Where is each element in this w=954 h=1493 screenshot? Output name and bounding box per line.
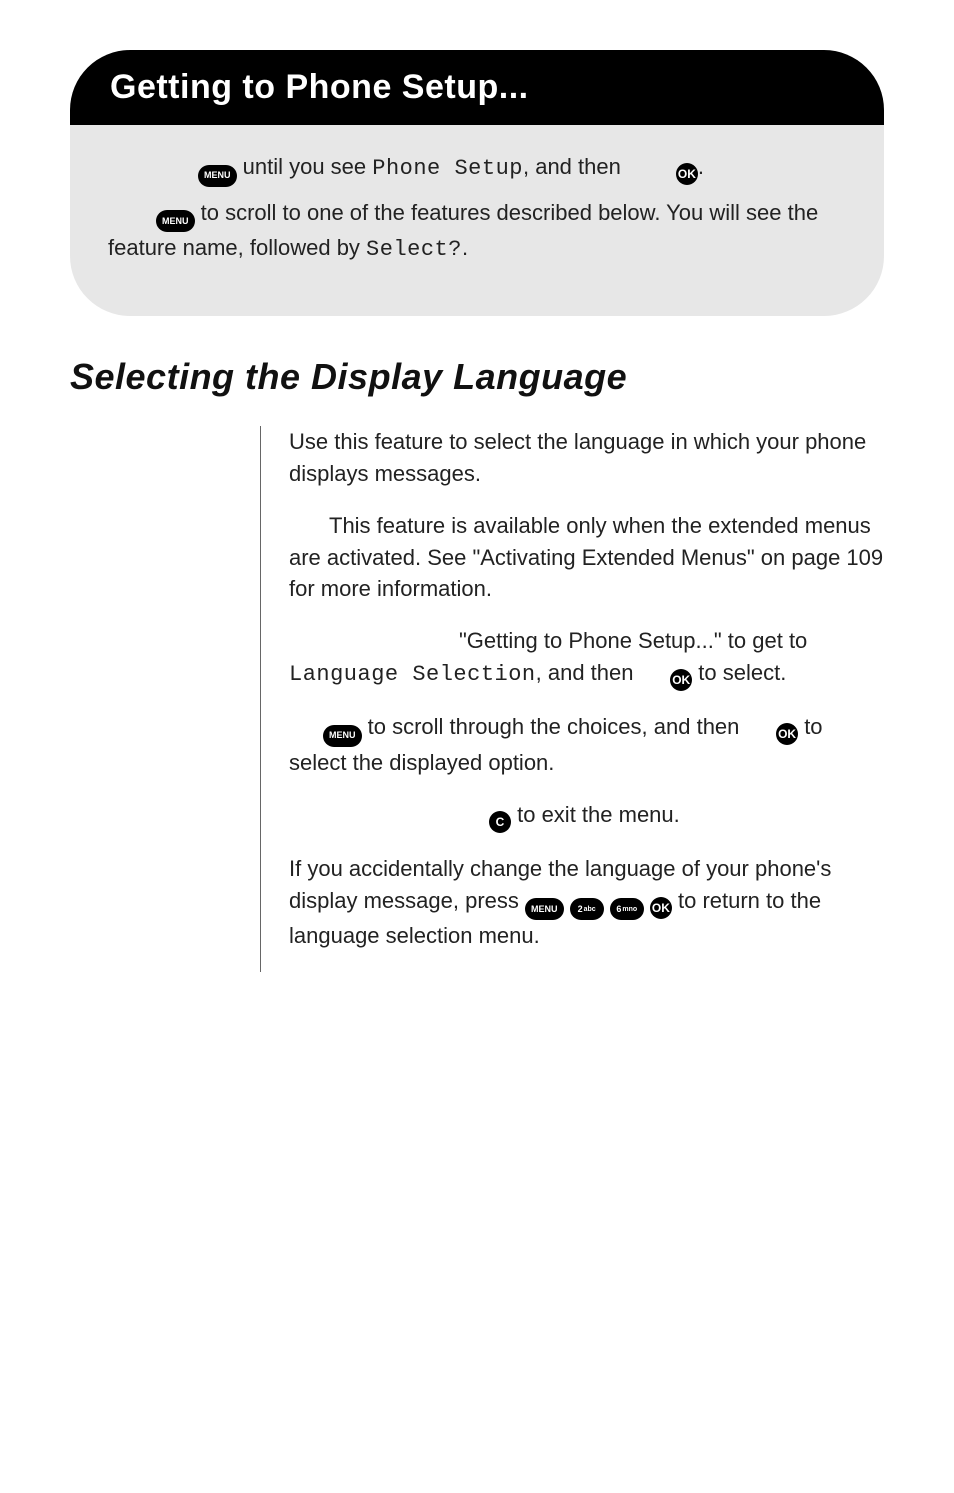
para-2: This feature is available only when the … — [289, 510, 884, 606]
step-3: C to exit the menu. — [289, 799, 884, 833]
c-icon: C — [489, 811, 511, 833]
step1-pre: "Getting to Phone Setup..." to get to — [459, 628, 807, 653]
content-body: Use this feature to select the language … — [261, 426, 884, 972]
ok-icon: OK — [776, 723, 798, 745]
menu-icon: MENU — [525, 898, 564, 920]
menu-icon: MENU — [323, 725, 362, 747]
lang-sel-lcd: Language Selection — [289, 662, 536, 687]
step3-post: to exit the menu. — [511, 802, 680, 827]
step1-mid: , and then — [536, 660, 640, 685]
para-3: If you accidentally change the language … — [289, 853, 884, 952]
phone-setup-lcd: Phone Setup — [372, 156, 523, 181]
grey-line-1: MENU until you see Phone Setup, and then… — [108, 151, 846, 187]
section-heading-text: Selecting the Display Language — [70, 356, 627, 397]
section-heading: Selecting the Display Language — [70, 356, 884, 398]
content: Use this feature to select the language … — [70, 426, 884, 972]
ok-icon: OK — [670, 669, 692, 691]
menu-icon: MENU — [156, 210, 195, 232]
page: Getting to Phone Setup... MENU until you… — [0, 0, 954, 1493]
select-lcd: Select? — [366, 237, 462, 262]
para-1: Use this feature to select the language … — [289, 426, 884, 490]
ok-icon: OK — [676, 163, 698, 185]
grey-line2-post: . — [462, 235, 468, 260]
key-6-icon: 6mno — [610, 898, 644, 920]
banner-title: Getting to Phone Setup... — [110, 68, 529, 106]
step1-post: to select. — [692, 660, 786, 685]
step-1: "Getting to Phone Setup..." to get to La… — [289, 625, 884, 691]
key-2-icon: 2abc — [570, 898, 604, 920]
grey-line1-mid: , and then — [523, 154, 627, 179]
step2-pre: to scroll through the choices, and then — [362, 714, 746, 739]
grey-panel: MENU until you see Phone Setup, and then… — [70, 125, 884, 316]
ok-icon: OK — [650, 897, 672, 919]
grey-line1-pre: until you see — [237, 154, 373, 179]
step-2: MENU to scroll through the choices, and … — [289, 711, 884, 778]
para-2-text: This feature is available only when the … — [289, 513, 883, 602]
banner: Getting to Phone Setup... — [70, 50, 884, 125]
menu-icon: MENU — [198, 165, 237, 187]
grey-line-2: MENU to scroll to one of the features de… — [108, 197, 846, 266]
grey-line1-post: . — [698, 154, 704, 179]
